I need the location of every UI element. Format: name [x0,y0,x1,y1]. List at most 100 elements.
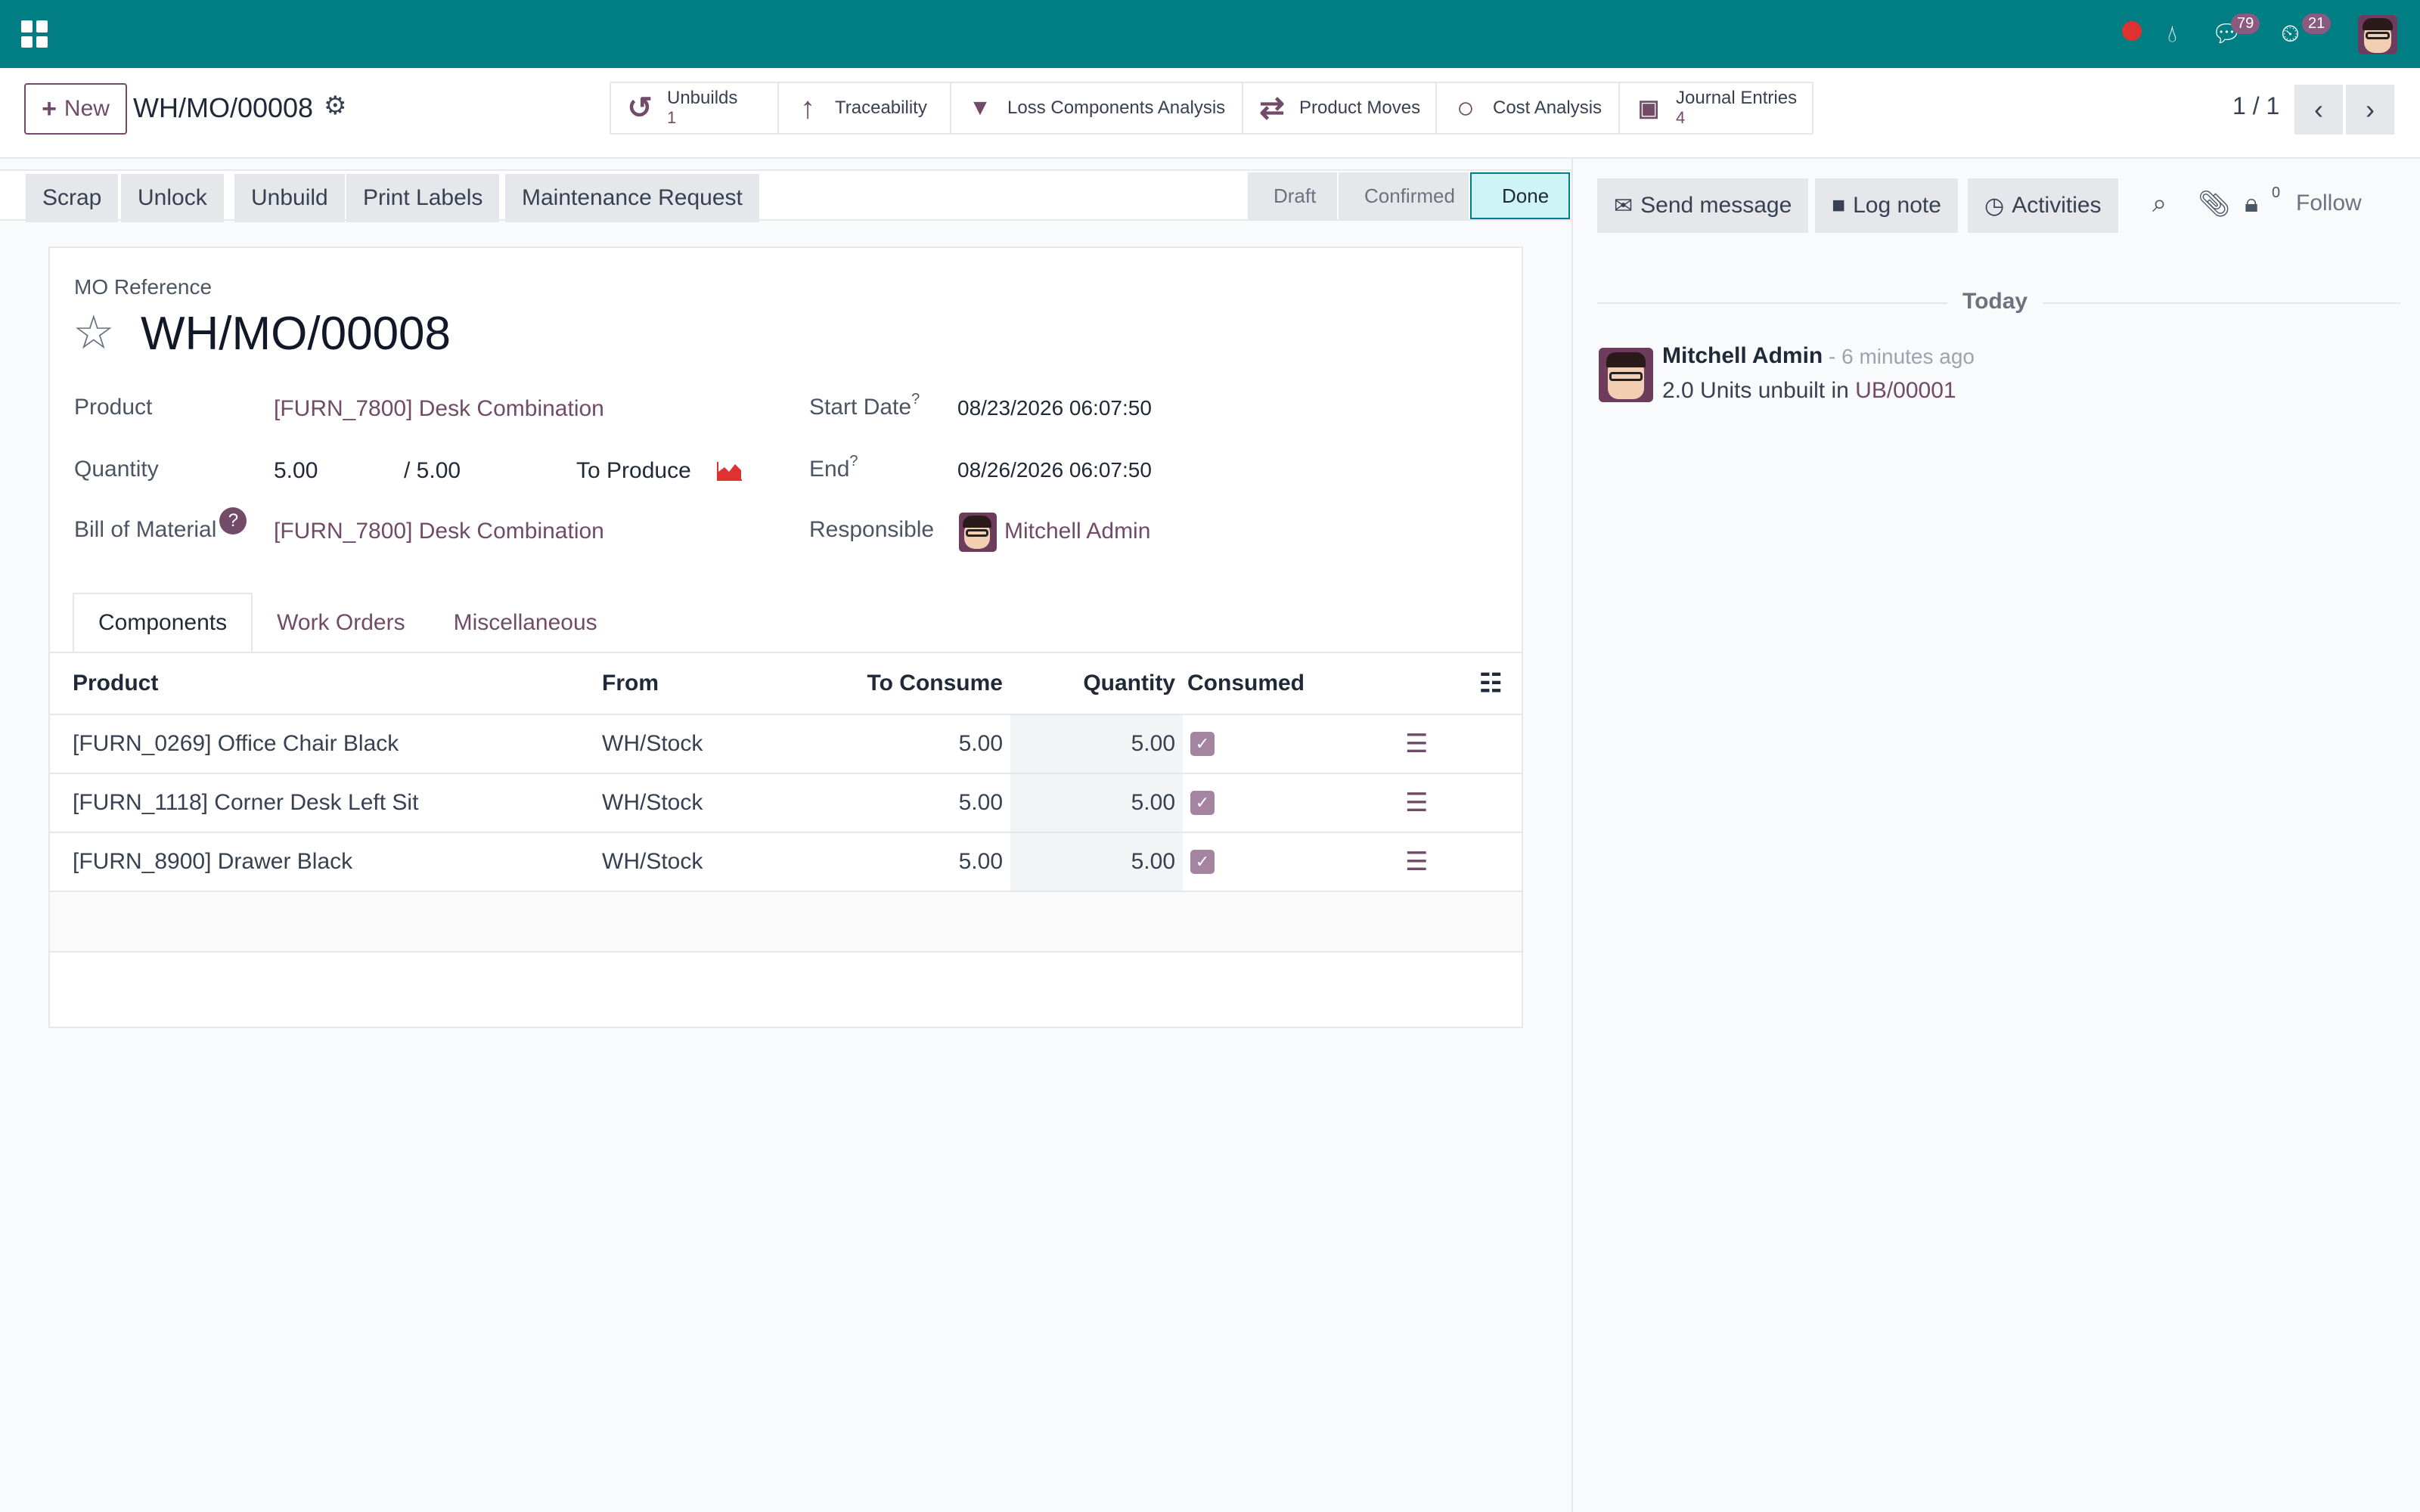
row-consumed-checkbox[interactable]: ✓ [1190,833,1215,891]
smart-buttons: ↺ Unbuilds 1 ↑ Traceability ▼ Loss Compon… [610,82,1813,135]
unlock-button[interactable]: Unlock [121,174,224,222]
start-date-field[interactable]: 08/23/2026 06:07:50 [957,396,1152,420]
apps-menu-icon[interactable] [21,20,48,48]
traceability-smart-button[interactable]: ↑ Traceability [779,83,951,133]
followers-count: 0 [2272,184,2281,201]
column-from[interactable]: From [602,653,659,714]
help-icon[interactable]: ? [219,507,247,534]
table-row[interactable]: [FURN_8900] Drawer Black WH/Stock 5.00 5… [50,833,1522,892]
control-panel: + New WH/MO/00008 ⚙ ↺ Unbuilds 1 ↑ Traceab… [0,68,2420,159]
row-product: [FURN_8900] Drawer Black [73,849,353,874]
optional-columns-icon[interactable]: ☷ [1479,653,1502,714]
row-to-consume: 5.00 [958,790,1003,815]
tab-components[interactable]: Components [73,593,253,653]
status-done[interactable]: Done [1470,172,1570,219]
status-draft[interactable]: Draft [1248,172,1337,219]
pager-value[interactable]: 1 / 1 [2232,92,2279,120]
clock-icon[interactable]: ⏲ [2281,18,2300,48]
exchange-icon: ⇄ [1259,91,1285,125]
arrow-up-icon: ↑ [800,91,815,125]
row-quantity[interactable]: 5.00 [1010,833,1183,891]
chevron-left-icon: ‹ [2314,94,2323,125]
new-button[interactable]: + New [24,83,127,135]
undo-icon: ↺ [627,91,653,125]
table-header: Product From To Consume Quantity Consume… [50,653,1522,715]
column-quantity[interactable]: Quantity [1010,653,1175,714]
product-moves-smart-button[interactable]: ⇄ Product Moves [1243,83,1437,133]
date-label: Today [1947,289,2043,314]
send-message-button[interactable]: ✉ Send message [1597,178,1809,233]
tooltip-marker: ? [911,391,920,407]
area-chart-icon[interactable] [717,461,743,481]
activities-badge: 21 [2302,14,2332,34]
loss-components-smart-button[interactable]: ▼ Loss Components Analysis [951,83,1243,133]
detailed-operations-icon[interactable]: ☰ [1405,715,1428,773]
form-statusbar: Scrap Unlock Unbuild Print Labels Mainte… [0,169,1571,222]
row-quantity[interactable]: 5.00 [1010,774,1183,832]
journal-entries-smart-button[interactable]: ▣ Journal Entries 4 [1620,83,1812,133]
message-time: - 6 minutes ago [1829,345,1975,368]
drop-icon[interactable]: 💧︎ [2167,18,2177,48]
followers-lock-icon[interactable]: 🔒︎ [2245,189,2258,218]
tab-miscellaneous[interactable]: Miscellaneous [430,593,622,653]
mo-reference-label: MO Reference [74,275,213,299]
activities-button[interactable]: ◷ Activities [1968,178,2118,233]
gear-icon[interactable]: ⚙ [324,91,346,121]
table-row[interactable]: [FURN_1118] Corner Desk Left Sit WH/Stoc… [50,774,1522,833]
maintenance-request-button[interactable]: Maintenance Request [505,174,759,222]
note-icon: ■ [1832,193,1846,218]
star-icon[interactable]: ☆ [73,310,115,357]
end-date-field[interactable]: 08/26/2026 06:07:50 [957,458,1152,482]
row-product: [FURN_0269] Office Chair Black [73,731,399,756]
detailed-operations-icon[interactable]: ☰ [1405,833,1428,891]
unbuild-button[interactable]: Unbuild [234,174,345,222]
log-note-button[interactable]: ■ Log note [1815,178,1958,233]
tab-work-orders[interactable]: Work Orders [253,593,429,653]
top-navbar: 💧︎ 💬︎ 79 ⏲ 21 [0,0,2420,68]
row-consumed-checkbox[interactable]: ✓ [1190,774,1215,832]
end-date-label: End? [809,453,858,482]
record-icon[interactable] [2122,21,2142,41]
column-product[interactable]: Product [73,653,158,714]
quantity-field[interactable]: 5.00 [274,458,318,484]
breadcrumb-record-name: WH/MO/00008 [133,92,314,123]
notebook-tabs: Components Work Orders Miscellaneous [73,593,622,653]
drop-icon: ▼ [969,95,991,120]
responsible-avatar [959,513,997,552]
message-author[interactable]: Mitchell Admin [1662,343,1823,369]
product-field[interactable]: [FURN_7800] Desk Combination [274,396,604,422]
quantity-label: Quantity [74,457,159,482]
responsible-field[interactable]: Mitchell Admin [1004,519,1150,544]
pager-next-button[interactable]: › [2346,85,2394,135]
column-to-consume[interactable]: To Consume [806,653,1003,714]
paperclip-icon[interactable]: 📎︎ [2198,189,2230,219]
clock-icon: ◷ [1984,193,2005,218]
row-consumed-checkbox[interactable]: ✓ [1190,715,1215,773]
unbuilds-smart-button[interactable]: ↺ Unbuilds 1 [611,83,779,133]
money-icon: ▣ [1637,95,1660,121]
print-labels-button[interactable]: Print Labels [346,174,500,222]
search-icon[interactable]: ⌕ [2152,189,2167,218]
row-from: WH/Stock [602,731,703,756]
follow-button[interactable]: Follow [2296,191,2362,216]
column-consumed[interactable]: Consumed [1187,653,1305,714]
plus-icon: + [42,94,57,123]
row-quantity[interactable]: 5.00 [1010,715,1183,773]
quantity-total: / 5.00 [404,458,461,483]
scrap-button[interactable]: Scrap [26,174,119,222]
unbuild-link[interactable]: UB/00001 [1855,378,1956,403]
form-sheet: MO Reference ☆ WH/MO/00008 Product [FURN… [48,246,1523,1028]
row-from: WH/Stock [602,790,703,815]
table-row[interactable]: [FURN_0269] Office Chair Black WH/Stock … [50,715,1522,774]
bom-field[interactable]: [FURN_7800] Desk Combination [274,519,604,544]
mo-reference-value: WH/MO/00008 [141,308,451,360]
detailed-operations-icon[interactable]: ☰ [1405,774,1428,832]
status-confirmed[interactable]: Confirmed [1339,172,1469,219]
user-avatar[interactable] [2358,15,2397,54]
bom-label: Bill of Material? [74,507,247,545]
product-label: Product [74,395,153,420]
uom-to-produce: To Produce [576,458,691,483]
message-author-avatar[interactable] [1599,348,1653,402]
cost-analysis-smart-button[interactable]: ○ Cost Analysis [1437,83,1620,133]
pager-previous-button[interactable]: ‹ [2294,85,2343,135]
